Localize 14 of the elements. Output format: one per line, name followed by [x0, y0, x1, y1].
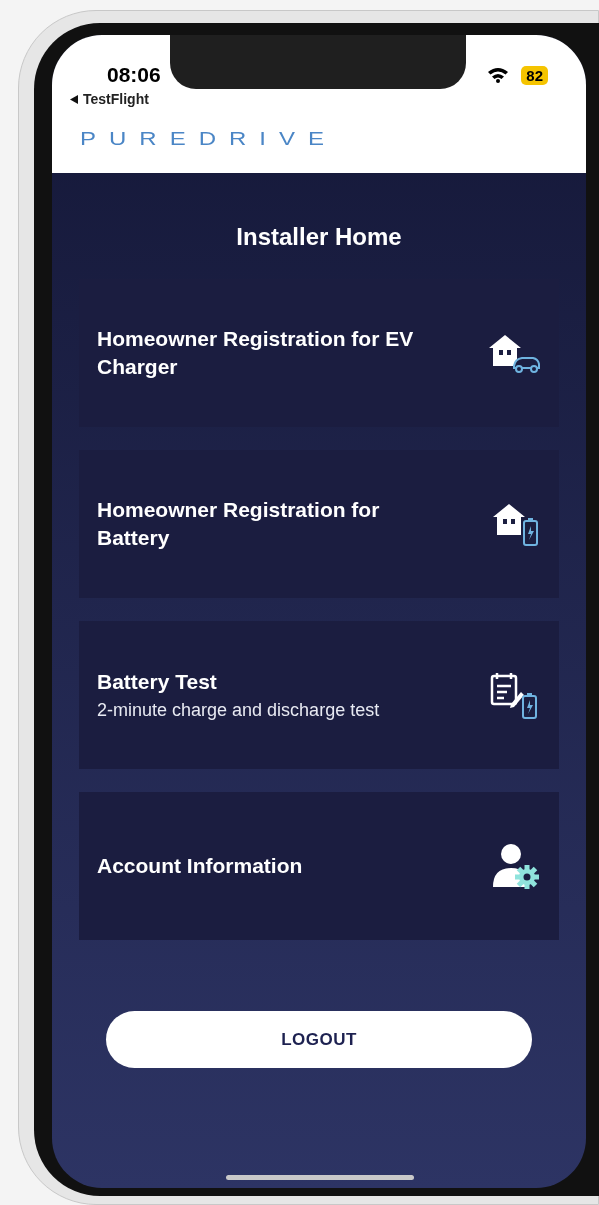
logo: PUREDRIVE	[80, 127, 339, 151]
menu-card-title: Battery Test	[97, 669, 218, 695]
menu-card[interactable]: Homeowner Registration for Battery	[79, 450, 559, 598]
page-title: Installer Home	[235, 222, 403, 252]
menu-card-title: Homeowner Registration for EV Charger	[97, 326, 415, 380]
menu-card-title: Homeowner Registration for Battery	[97, 497, 381, 551]
menu-card[interactable]: Battery Test 2-minute charge and discharge test	[79, 621, 559, 769]
menu-card[interactable]: Account Information	[79, 792, 559, 940]
status-time: 08:06	[107, 63, 161, 87]
menu-card-title: Account Information	[97, 853, 303, 879]
back-link[interactable]: TestFlight	[83, 91, 149, 107]
menu-card-subtitle: 2-minute charge and discharge test	[97, 699, 380, 722]
battery-level: 82	[521, 65, 548, 85]
logout-button[interactable]: LOGOUT	[106, 1011, 532, 1068]
